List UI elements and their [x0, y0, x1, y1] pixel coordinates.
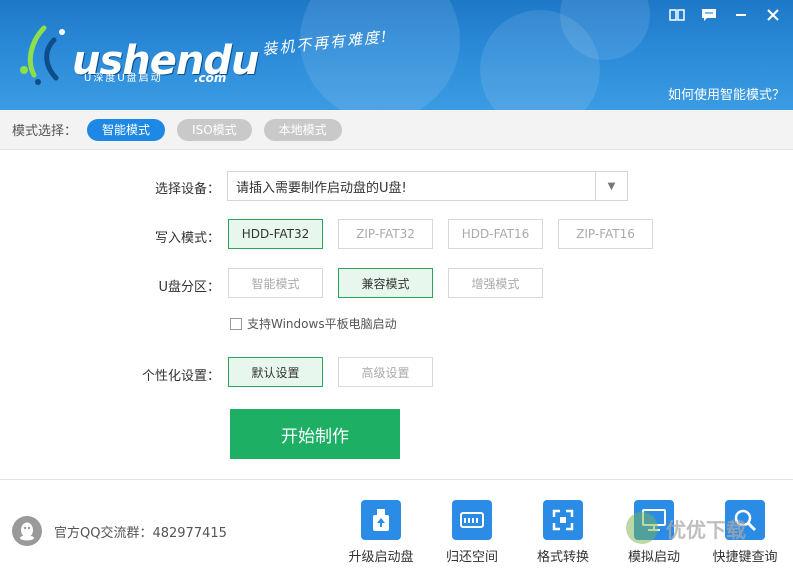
book-icon[interactable]: [667, 8, 687, 28]
partition-smart[interactable]: 智能模式: [228, 268, 323, 298]
write-mode-hdd-fat32[interactable]: HDD-FAT32: [228, 219, 323, 249]
device-label: 选择设备：: [154, 182, 220, 197]
tool-restore-space-label: 归还空间: [445, 550, 498, 565]
tool-hotkey-search[interactable]: 快捷键查询: [700, 500, 790, 565]
tool-simulate-boot[interactable]: 模拟启动: [609, 500, 699, 565]
default-settings-button[interactable]: 默认设置: [228, 357, 323, 387]
header-banner: ushendu U深度U盘启动 .com 装机不再有难度! 如何使用智能模式？: [0, 0, 793, 110]
tool-restore-space[interactable]: 归还空间: [427, 500, 517, 565]
logo-domain-text: .com: [194, 71, 227, 85]
close-icon[interactable]: [763, 8, 783, 28]
partition-compatible[interactable]: 兼容模式: [338, 268, 433, 298]
app-logo: ushendu U深度U盘启动 .com: [14, 20, 259, 90]
help-link[interactable]: 如何使用智能模式？: [668, 84, 785, 103]
window-controls: [667, 8, 783, 28]
simulate-boot-icon: [634, 500, 674, 540]
qq-group-info: 官方QQ交流群：482977415: [12, 516, 227, 546]
minimize-icon[interactable]: [731, 8, 751, 28]
message-icon[interactable]: [699, 8, 719, 28]
start-button[interactable]: 开始制作: [230, 409, 400, 459]
chevron-down-icon[interactable]: ▼: [595, 172, 627, 200]
hotkey-search-icon: [725, 500, 765, 540]
decor-bokeh: [300, 0, 460, 110]
footer-divider: [0, 479, 793, 480]
mode-iso-button[interactable]: ISO模式: [177, 118, 252, 141]
qq-group-text: 官方QQ交流群：482977415: [54, 525, 227, 541]
write-mode-hdd-fat16[interactable]: HDD-FAT16: [448, 219, 543, 249]
upgrade-usb-icon: [361, 500, 401, 540]
restore-space-icon: [452, 500, 492, 540]
write-mode-zip-fat16[interactable]: ZIP-FAT16: [558, 219, 653, 249]
write-mode-label: 写入模式：: [154, 231, 220, 246]
tablet-support-label: 支持Windows平板电脑启动: [247, 317, 397, 331]
mode-local-button[interactable]: 本地模式: [263, 118, 342, 141]
tool-format-convert-label: 格式转换: [536, 550, 589, 565]
device-select-value: 请插入需要制作启动盘的U盘!: [236, 180, 407, 196]
tablet-support-checkbox-row[interactable]: 支持Windows平板电脑启动: [230, 315, 397, 332]
tablet-support-checkbox[interactable]: [230, 317, 242, 330]
tool-hotkey-search-label: 快捷键查询: [712, 550, 778, 565]
format-convert-icon: [543, 500, 583, 540]
tool-upgrade-usb-label: 升级启动盘: [348, 550, 414, 565]
write-mode-zip-fat32[interactable]: ZIP-FAT32: [338, 219, 433, 249]
mode-smart-button[interactable]: 智能模式: [87, 118, 166, 141]
partition-label: U盘分区：: [158, 280, 220, 295]
tool-simulate-boot-label: 模拟启动: [627, 550, 680, 565]
advanced-settings-button[interactable]: 高级设置: [338, 357, 433, 387]
qq-penguin-icon: [12, 516, 42, 546]
personalize-label: 个性化设置：: [141, 369, 220, 384]
partition-enhanced[interactable]: 增强模式: [448, 268, 543, 298]
mode-bar: 模式选择： 智能模式 ISO模式 本地模式: [0, 110, 793, 150]
mode-label: 模式选择：: [12, 124, 78, 139]
device-select[interactable]: 请插入需要制作启动盘的U盘! ▼: [227, 171, 628, 201]
tool-format-convert[interactable]: 格式转换: [518, 500, 608, 565]
tool-upgrade-usb[interactable]: 升级启动盘: [336, 500, 426, 565]
logo-figure-icon: [20, 25, 65, 85]
logo-sub-text: U深度U盘启动: [84, 73, 163, 84]
